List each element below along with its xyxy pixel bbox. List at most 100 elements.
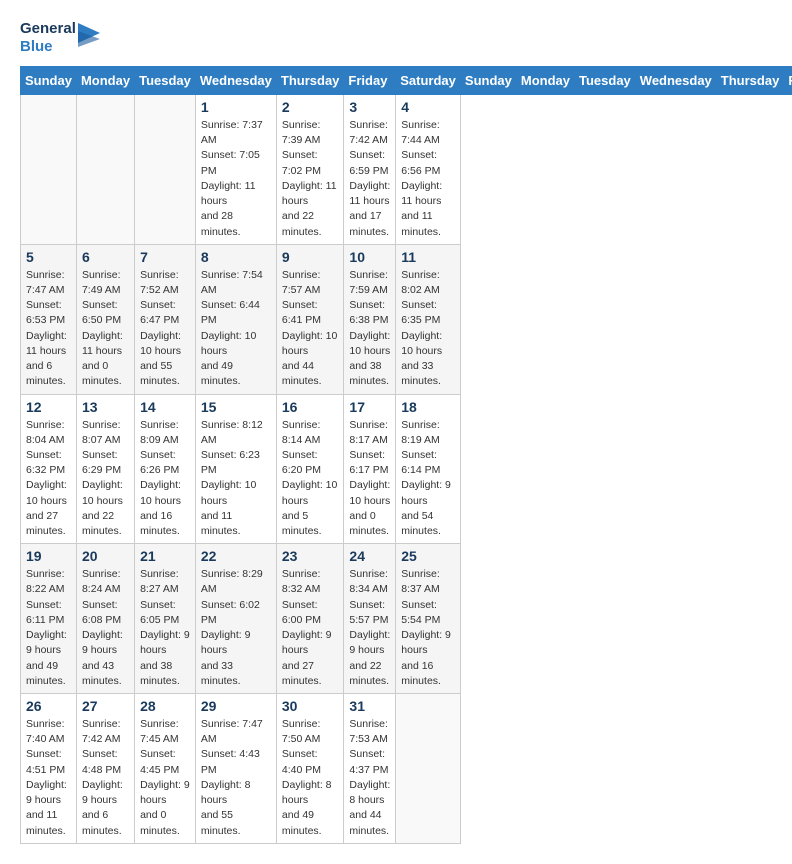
calendar-week-row: 12 Sunrise: 8:04 AM Sunset: 6:32 PM Dayli… bbox=[21, 394, 792, 544]
day-info: Sunrise: 8:17 AM Sunset: 6:17 PM Dayligh… bbox=[349, 418, 390, 540]
calendar-week-row: 1 Sunrise: 7:37 AM Sunset: 7:05 PM Daylig… bbox=[21, 95, 792, 245]
day-number: 12 bbox=[26, 399, 71, 415]
day-info: Sunrise: 8:07 AM Sunset: 6:29 PM Dayligh… bbox=[82, 418, 129, 540]
day-info: Sunrise: 8:27 AM Sunset: 6:05 PM Dayligh… bbox=[140, 567, 190, 689]
day-info: Sunrise: 8:24 AM Sunset: 6:08 PM Dayligh… bbox=[82, 567, 129, 689]
day-number: 28 bbox=[140, 698, 190, 714]
day-number: 18 bbox=[401, 399, 455, 415]
day-info: Sunrise: 7:44 AM Sunset: 6:56 PM Dayligh… bbox=[401, 118, 455, 240]
page-header: General Blue bbox=[20, 20, 772, 56]
day-number: 30 bbox=[282, 698, 339, 714]
calendar-cell: 30 Sunrise: 7:50 AM Sunset: 4:40 PM Dayli… bbox=[276, 694, 344, 844]
day-of-week-header: Saturday bbox=[396, 67, 461, 95]
day-of-week-header: Friday bbox=[784, 67, 792, 95]
calendar-cell: 3 Sunrise: 7:42 AM Sunset: 6:59 PM Daylig… bbox=[344, 95, 396, 245]
calendar-cell: 19 Sunrise: 8:22 AM Sunset: 6:11 PM Dayli… bbox=[21, 544, 77, 694]
day-of-week-header: Tuesday bbox=[575, 67, 636, 95]
calendar-cell: 15 Sunrise: 8:12 AM Sunset: 6:23 PM Dayli… bbox=[195, 394, 276, 544]
day-info: Sunrise: 7:40 AM Sunset: 4:51 PM Dayligh… bbox=[26, 717, 71, 839]
day-info: Sunrise: 8:22 AM Sunset: 6:11 PM Dayligh… bbox=[26, 567, 71, 689]
logo: General Blue bbox=[20, 20, 100, 56]
day-info: Sunrise: 8:14 AM Sunset: 6:20 PM Dayligh… bbox=[282, 418, 339, 540]
calendar-cell: 16Sunrise: 8:14 AM Sunset: 6:20 PM Dayli… bbox=[276, 394, 344, 544]
calendar-cell: 10Sunrise: 7:59 AM Sunset: 6:38 PM Dayli… bbox=[344, 244, 396, 394]
calendar-cell: 2Sunrise: 7:39 AM Sunset: 7:02 PM Daylig… bbox=[276, 95, 344, 245]
day-number: 15 bbox=[201, 399, 271, 415]
day-info: Sunrise: 7:39 AM Sunset: 7:02 PM Dayligh… bbox=[282, 118, 339, 240]
calendar-week-row: 5 Sunrise: 7:47 AM Sunset: 6:53 PM Daylig… bbox=[21, 244, 792, 394]
calendar-cell: 29 Sunrise: 7:47 AM Sunset: 4:43 PM Dayli… bbox=[195, 694, 276, 844]
day-info: Sunrise: 7:53 AM Sunset: 4:37 PM Dayligh… bbox=[349, 717, 390, 839]
logo-chevron-icon bbox=[78, 23, 100, 53]
calendar-cell: 23Sunrise: 8:32 AM Sunset: 6:00 PM Dayli… bbox=[276, 544, 344, 694]
day-number: 21 bbox=[140, 548, 190, 564]
day-of-week-header: Friday bbox=[344, 67, 396, 95]
day-of-week-header: Sunday bbox=[460, 67, 516, 95]
calendar-cell: 18 Sunrise: 8:19 AM Sunset: 6:14 PM Dayli… bbox=[396, 394, 461, 544]
day-of-week-header: Tuesday bbox=[135, 67, 196, 95]
day-number: 5 bbox=[26, 249, 71, 265]
day-number: 1 bbox=[201, 99, 271, 115]
calendar-cell: 7 Sunrise: 7:52 AM Sunset: 6:47 PM Daylig… bbox=[135, 244, 196, 394]
calendar-cell: 14 Sunrise: 8:09 AM Sunset: 6:26 PM Dayli… bbox=[135, 394, 196, 544]
calendar-cell: 9 Sunrise: 7:57 AM Sunset: 6:41 PM Daylig… bbox=[276, 244, 344, 394]
day-number: 4 bbox=[401, 99, 455, 115]
day-number: 7 bbox=[140, 249, 190, 265]
calendar-cell: 17 Sunrise: 8:17 AM Sunset: 6:17 PM Dayli… bbox=[344, 394, 396, 544]
day-of-week-header: Thursday bbox=[276, 67, 344, 95]
day-info: Sunrise: 7:42 AM Sunset: 6:59 PM Dayligh… bbox=[349, 118, 390, 240]
day-info: Sunrise: 8:19 AM Sunset: 6:14 PM Dayligh… bbox=[401, 418, 455, 540]
day-of-week-header: Thursday bbox=[716, 67, 784, 95]
day-info: Sunrise: 8:04 AM Sunset: 6:32 PM Dayligh… bbox=[26, 418, 71, 540]
day-info: Sunrise: 7:45 AM Sunset: 4:45 PM Dayligh… bbox=[140, 717, 190, 839]
day-number: 17 bbox=[349, 399, 390, 415]
calendar-cell: 1 Sunrise: 7:37 AM Sunset: 7:05 PM Daylig… bbox=[195, 95, 276, 245]
day-info: Sunrise: 8:12 AM Sunset: 6:23 PM Dayligh… bbox=[201, 418, 271, 540]
calendar-week-row: 19 Sunrise: 8:22 AM Sunset: 6:11 PM Dayli… bbox=[21, 544, 792, 694]
calendar-cell: 4 Sunrise: 7:44 AM Sunset: 6:56 PM Daylig… bbox=[396, 95, 461, 245]
day-of-week-header: Sunday bbox=[21, 67, 77, 95]
day-info: Sunrise: 8:02 AM Sunset: 6:35 PM Dayligh… bbox=[401, 268, 455, 390]
day-info: Sunrise: 7:50 AM Sunset: 4:40 PM Dayligh… bbox=[282, 717, 339, 839]
calendar-cell: 5 Sunrise: 7:47 AM Sunset: 6:53 PM Daylig… bbox=[21, 244, 77, 394]
day-info: Sunrise: 7:42 AM Sunset: 4:48 PM Dayligh… bbox=[82, 717, 129, 839]
day-number: 13 bbox=[82, 399, 129, 415]
day-number: 24 bbox=[349, 548, 390, 564]
calendar-cell bbox=[135, 95, 196, 245]
day-info: Sunrise: 7:59 AM Sunset: 6:38 PM Dayligh… bbox=[349, 268, 390, 390]
day-number: 19 bbox=[26, 548, 71, 564]
day-info: Sunrise: 7:47 AM Sunset: 6:53 PM Dayligh… bbox=[26, 268, 71, 390]
day-info: Sunrise: 7:52 AM Sunset: 6:47 PM Dayligh… bbox=[140, 268, 190, 390]
calendar-cell bbox=[76, 95, 134, 245]
day-of-week-header: Wednesday bbox=[635, 67, 716, 95]
day-info: Sunrise: 7:57 AM Sunset: 6:41 PM Dayligh… bbox=[282, 268, 339, 390]
calendar-cell: 27Sunrise: 7:42 AM Sunset: 4:48 PM Dayli… bbox=[76, 694, 134, 844]
day-of-week-header: Monday bbox=[516, 67, 574, 95]
day-number: 11 bbox=[401, 249, 455, 265]
calendar-cell: 31 Sunrise: 7:53 AM Sunset: 4:37 PM Dayli… bbox=[344, 694, 396, 844]
day-number: 14 bbox=[140, 399, 190, 415]
calendar-cell bbox=[21, 95, 77, 245]
calendar-cell: 26 Sunrise: 7:40 AM Sunset: 4:51 PM Dayli… bbox=[21, 694, 77, 844]
day-info: Sunrise: 7:49 AM Sunset: 6:50 PM Dayligh… bbox=[82, 268, 129, 390]
calendar-week-row: 26 Sunrise: 7:40 AM Sunset: 4:51 PM Dayli… bbox=[21, 694, 792, 844]
calendar-header-row: SundayMondayTuesdayWednesdayThursdayFrid… bbox=[21, 67, 792, 95]
day-number: 3 bbox=[349, 99, 390, 115]
day-number: 23 bbox=[282, 548, 339, 564]
calendar-cell: 24Sunrise: 8:34 AM Sunset: 5:57 PM Dayli… bbox=[344, 544, 396, 694]
day-info: Sunrise: 7:37 AM Sunset: 7:05 PM Dayligh… bbox=[201, 118, 271, 240]
calendar-cell: 11 Sunrise: 8:02 AM Sunset: 6:35 PM Dayli… bbox=[396, 244, 461, 394]
day-number: 31 bbox=[349, 698, 390, 714]
day-info: Sunrise: 7:54 AM Sunset: 6:44 PM Dayligh… bbox=[201, 268, 271, 390]
day-info: Sunrise: 8:09 AM Sunset: 6:26 PM Dayligh… bbox=[140, 418, 190, 540]
day-info: Sunrise: 7:47 AM Sunset: 4:43 PM Dayligh… bbox=[201, 717, 271, 839]
day-number: 26 bbox=[26, 698, 71, 714]
day-number: 8 bbox=[201, 249, 271, 265]
day-of-week-header: Wednesday bbox=[195, 67, 276, 95]
calendar-cell: 21 Sunrise: 8:27 AM Sunset: 6:05 PM Dayli… bbox=[135, 544, 196, 694]
calendar-cell: 13 Sunrise: 8:07 AM Sunset: 6:29 PM Dayli… bbox=[76, 394, 134, 544]
calendar-cell: 22Sunrise: 8:29 AM Sunset: 6:02 PM Dayli… bbox=[195, 544, 276, 694]
calendar-cell: 6Sunrise: 7:49 AM Sunset: 6:50 PM Daylig… bbox=[76, 244, 134, 394]
day-number: 29 bbox=[201, 698, 271, 714]
day-number: 9 bbox=[282, 249, 339, 265]
